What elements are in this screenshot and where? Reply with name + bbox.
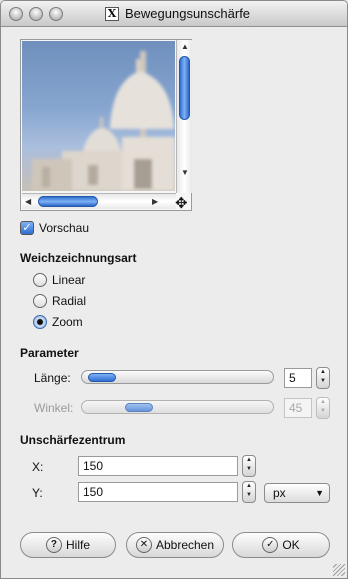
center-x-spin-buttons[interactable]: ▲ ▼	[242, 455, 256, 477]
preview-image[interactable]	[22, 41, 175, 191]
angle-label: Winkel:	[34, 401, 74, 415]
title-bar: X Bewegungsunschärfe	[1, 1, 347, 27]
dropdown-caret-icon: ▼	[315, 488, 324, 498]
scroll-up-arrow-icon[interactable]: ▲	[181, 42, 189, 51]
dialog-window: X Bewegungsunschärfe ▲ ▼ ◀ ▶ ✥ ✓ Vorscha…	[0, 0, 348, 579]
angle-slider[interactable]	[81, 400, 274, 414]
center-y-input[interactable]: 150	[78, 482, 238, 502]
ok-button-label: OK	[282, 538, 300, 552]
preview-area[interactable]: ▲ ▼ ◀ ▶	[20, 39, 192, 211]
close-window-button[interactable]	[9, 7, 23, 21]
scroll-down-arrow-icon[interactable]: ▼	[181, 168, 189, 177]
resize-grip[interactable]	[333, 564, 345, 576]
ok-checkmark-icon: ✓	[262, 537, 279, 553]
length-slider-thumb[interactable]	[88, 373, 117, 382]
minimize-window-button[interactable]	[29, 7, 43, 21]
unit-select-value: px	[273, 486, 286, 500]
zoom-window-button[interactable]	[49, 7, 63, 21]
blur-type-heading: Weichzeichnungsart	[20, 251, 137, 265]
horizontal-scroll-thumb[interactable]	[38, 196, 98, 207]
radio-linear[interactable]	[33, 273, 47, 287]
radio-linear-label[interactable]: Linear	[52, 273, 85, 287]
unit-select[interactable]: px ▼	[264, 483, 330, 503]
window-title: X Bewegungsunschärfe	[105, 6, 250, 21]
length-spin-buttons[interactable]: ▲ ▼	[316, 367, 330, 389]
blurred-taj-mahal-image	[32, 51, 175, 191]
angle-slider-thumb[interactable]	[125, 403, 153, 412]
length-label: Länge:	[34, 371, 71, 385]
angle-value-input[interactable]: 45	[284, 398, 312, 418]
length-value-input[interactable]: 5	[284, 368, 312, 388]
help-icon: ?	[45, 537, 62, 553]
x11-app-icon: X	[105, 6, 119, 21]
center-x-input[interactable]: 150	[78, 456, 238, 476]
help-button-label: Hilfe	[65, 538, 90, 552]
cancel-icon: ✕	[135, 537, 152, 553]
radio-radial[interactable]	[33, 294, 47, 308]
cancel-button-label: Abbrechen	[155, 538, 215, 552]
center-y-spin-buttons[interactable]: ▲ ▼	[242, 481, 256, 503]
preview-checkbox-label[interactable]: Vorschau	[39, 221, 89, 235]
angle-spin-buttons[interactable]: ▲ ▼	[316, 397, 330, 419]
scroll-left-arrow-icon[interactable]: ◀	[25, 197, 31, 206]
parameters-heading: Parameter	[20, 346, 79, 360]
ok-button[interactable]: ✓ OK	[232, 532, 330, 558]
navigate-move-icon[interactable]: ✥	[175, 194, 188, 212]
center-y-label: Y:	[32, 486, 43, 500]
preview-vertical-scrollbar[interactable]: ▲ ▼	[176, 40, 192, 193]
radio-zoom[interactable]	[33, 315, 47, 329]
radio-radial-label[interactable]: Radial	[52, 294, 86, 308]
preview-checkbox[interactable]: ✓	[20, 221, 34, 235]
scroll-right-arrow-icon[interactable]: ▶	[152, 197, 158, 206]
help-button[interactable]: ? Hilfe	[20, 532, 116, 558]
length-slider[interactable]	[81, 370, 274, 384]
center-x-label: X:	[32, 460, 44, 474]
window-title-text: Bewegungsunschärfe	[125, 6, 251, 21]
blur-center-heading: Unschärfezentrum	[20, 433, 126, 447]
cancel-button[interactable]: ✕ Abbrechen	[126, 532, 224, 558]
radio-zoom-label[interactable]: Zoom	[52, 315, 83, 329]
preview-horizontal-scrollbar[interactable]: ◀ ▶	[22, 193, 176, 209]
vertical-scroll-thumb[interactable]	[179, 56, 190, 120]
